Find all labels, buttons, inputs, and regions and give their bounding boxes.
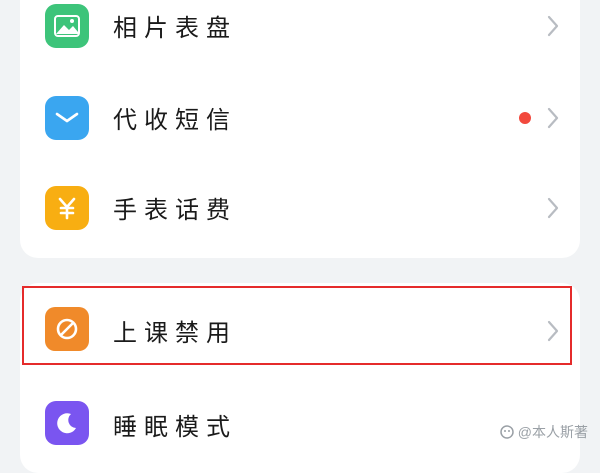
settings-row-class-disable[interactable]: 上课禁用: [20, 283, 580, 375]
settings-item-label: 代收短信: [113, 106, 237, 134]
settings-row-watch-billing[interactable]: 手表话费: [20, 164, 580, 256]
settings-row-sms-proxy[interactable]: 代收短信: [20, 72, 580, 164]
watermark: @本人斯著: [500, 422, 588, 442]
moon-icon: [45, 401, 89, 445]
chevron-right-icon: [547, 15, 559, 37]
message-icon: [45, 96, 89, 140]
chevron-right-icon: [547, 197, 559, 219]
photo-icon: [45, 4, 89, 48]
settings-row-sleep-mode[interactable]: 睡眠模式: [20, 375, 580, 467]
settings-group-card-1: 相片表盘 代收短信 手表话费: [20, 0, 580, 258]
settings-group-card-2: 上课禁用 睡眠模式: [20, 283, 580, 473]
settings-item-label: 睡眠模式: [113, 413, 237, 441]
watermark-text: @本人斯著: [517, 424, 588, 440]
settings-item-label: 手表话费: [113, 196, 237, 224]
settings-item-label: 上课禁用: [113, 319, 237, 347]
yuan-icon: [45, 186, 89, 230]
settings-row-photo-watchface[interactable]: 相片表盘: [20, 0, 580, 72]
watch-ban-icon: [45, 307, 89, 351]
watermark-logo-icon: [500, 425, 514, 439]
chevron-right-icon: [547, 320, 559, 342]
notification-dot: [519, 112, 531, 124]
chevron-right-icon: [547, 107, 559, 129]
settings-item-label: 相片表盘: [113, 14, 237, 42]
